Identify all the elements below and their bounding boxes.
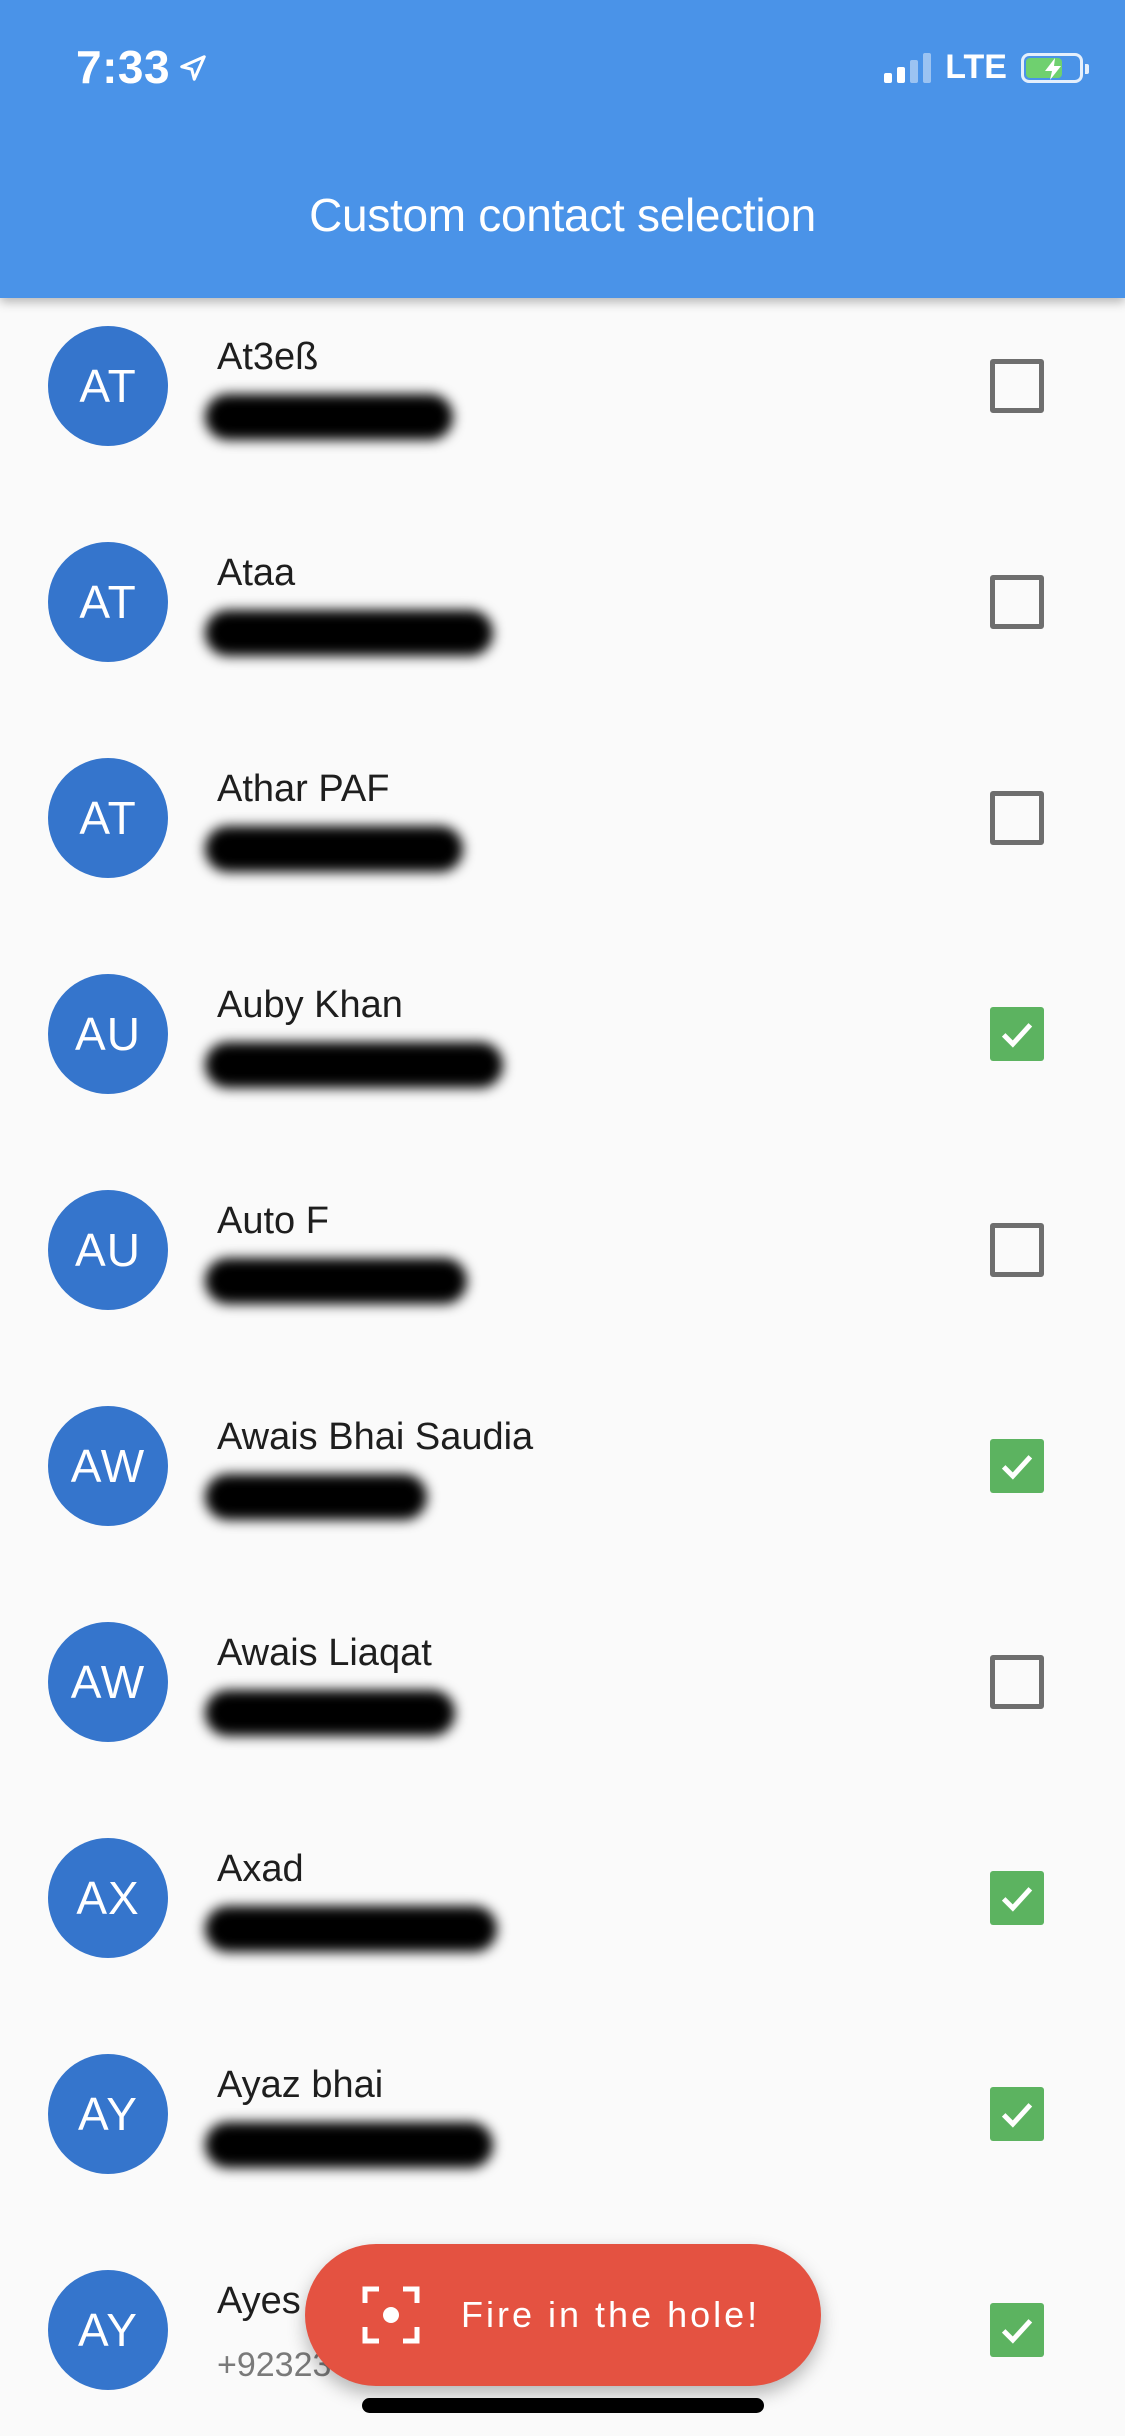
checkmark-icon	[1001, 2103, 1033, 2128]
phone-redaction	[205, 610, 493, 656]
phone-redaction	[205, 826, 463, 872]
battery-charging-icon	[1021, 52, 1089, 83]
location-arrow-icon	[178, 40, 208, 94]
contact-list[interactable]: AT At3eß AT Ataa AT Athar PAF AU Auby Kh…	[0, 298, 1125, 2436]
phone-redaction	[205, 1042, 503, 1088]
checkmark-icon	[1001, 1023, 1033, 1048]
contact-name: Axad	[217, 1848, 304, 1890]
select-checkbox[interactable]	[990, 1223, 1044, 1277]
fire-action-label: Fire in the hole!	[461, 2294, 761, 2335]
select-checkbox[interactable]	[990, 1655, 1044, 1709]
contact-name: Ayaz bhai	[217, 2064, 384, 2106]
avatar: AW	[48, 1406, 168, 1526]
avatar: AY	[48, 2270, 168, 2390]
network-type: LTE	[945, 48, 1007, 86]
contact-row[interactable]: AX Axad	[0, 1804, 1125, 2020]
contact-name: Auto F	[217, 1200, 329, 1242]
checkmark-icon	[1001, 1455, 1033, 1480]
contact-name: Athar PAF	[217, 768, 390, 810]
contact-name: Awais Liaqat	[217, 1632, 432, 1674]
avatar: AW	[48, 1622, 168, 1742]
avatar: AX	[48, 1838, 168, 1958]
focus-target-icon	[362, 2286, 420, 2344]
app-bar: 7:33 LTE Custom contact selection	[0, 0, 1125, 298]
fire-action-button[interactable]: Fire in the hole!	[305, 2244, 821, 2386]
cellular-signal-icon	[884, 52, 932, 83]
contact-row[interactable]: AT At3eß	[0, 292, 1125, 508]
phone-redaction	[205, 1474, 427, 1520]
page-title: Custom contact selection	[309, 189, 816, 241]
select-checkbox[interactable]	[990, 2087, 1044, 2141]
contact-name: Ayes	[217, 2280, 301, 2322]
contact-row[interactable]: AT Ataa	[0, 508, 1125, 724]
contact-row[interactable]: AU Auto F	[0, 1156, 1125, 1372]
contact-row[interactable]: AU Auby Khan	[0, 940, 1125, 1156]
avatar: AT	[48, 542, 168, 662]
contact-row[interactable]: AW Awais Bhai Saudia	[0, 1372, 1125, 1588]
phone-redaction	[205, 1258, 467, 1304]
phone-redaction	[205, 1690, 455, 1736]
avatar: AU	[48, 1190, 168, 1310]
select-checkbox[interactable]	[990, 575, 1044, 629]
contact-row[interactable]: AW Awais Liaqat	[0, 1588, 1125, 1804]
checkmark-icon	[1001, 1887, 1033, 1912]
contact-name: At3eß	[217, 336, 319, 378]
status-time-label: 7:33	[76, 41, 171, 93]
app-screen: 7:33 LTE Custom contact selection AT At3…	[0, 0, 1125, 2436]
home-indicator[interactable]	[362, 2398, 764, 2413]
contact-phone: +92323	[217, 2346, 332, 2384]
contact-row[interactable]: AY Ayaz bhai	[0, 2020, 1125, 2236]
status-indicators: LTE	[884, 48, 1089, 87]
checkmark-icon	[1001, 2319, 1033, 2344]
select-checkbox[interactable]	[990, 2303, 1044, 2357]
contact-name: Ataa	[217, 552, 296, 594]
avatar: AY	[48, 2054, 168, 2174]
phone-redaction	[205, 1906, 497, 1952]
status-time: 7:33	[76, 40, 208, 94]
phone-redaction	[205, 394, 453, 440]
select-checkbox[interactable]	[990, 1439, 1044, 1493]
contact-name: Awais Bhai Saudia	[217, 1416, 534, 1458]
avatar: AT	[48, 326, 168, 446]
avatar: AT	[48, 758, 168, 878]
avatar: AU	[48, 974, 168, 1094]
select-checkbox[interactable]	[990, 791, 1044, 845]
contact-name: Auby Khan	[217, 984, 403, 1026]
phone-redaction	[205, 2122, 493, 2168]
select-checkbox[interactable]	[990, 1007, 1044, 1061]
contact-row[interactable]: AT Athar PAF	[0, 724, 1125, 940]
select-checkbox[interactable]	[990, 359, 1044, 413]
select-checkbox[interactable]	[990, 1871, 1044, 1925]
